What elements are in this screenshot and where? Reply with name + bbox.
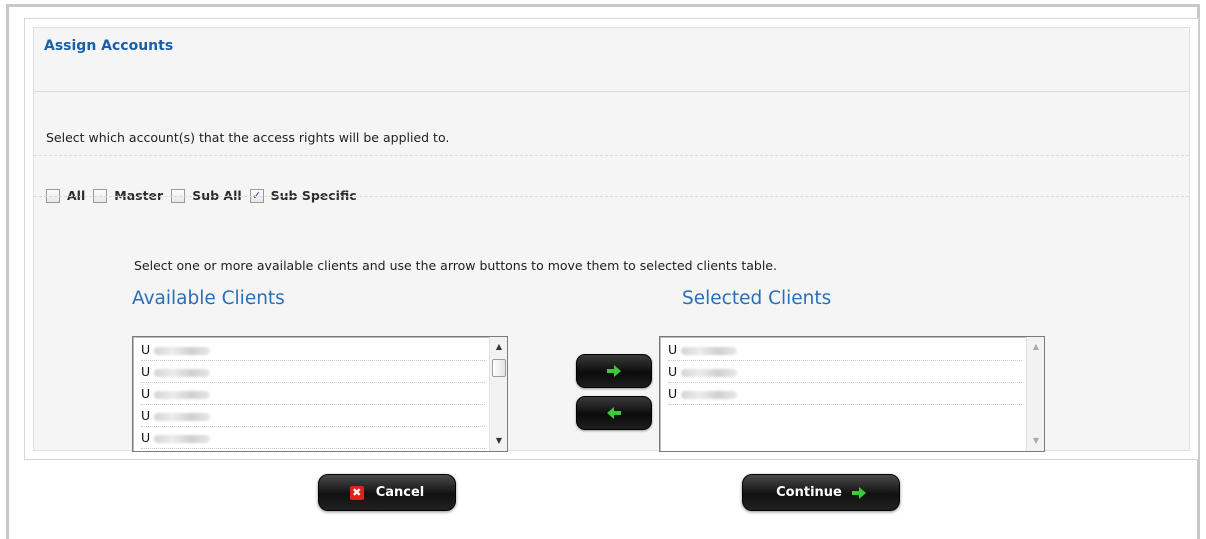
green-left-arrow-icon: [607, 407, 621, 419]
available-clients-rows: U U U U U: [133, 337, 507, 449]
move-left-button[interactable]: [576, 396, 652, 430]
client-id: U: [668, 342, 678, 357]
panel-header: Assign Accounts: [34, 28, 1189, 92]
selected-clients-scrollbar[interactable]: ▲ ▼: [1026, 337, 1044, 451]
red-x-icon: ✖: [349, 485, 364, 500]
scroll-down-arrow-icon[interactable]: ▼: [490, 433, 508, 449]
redacted-text: [154, 434, 211, 443]
client-id: U: [668, 386, 678, 401]
move-right-button[interactable]: [576, 354, 652, 388]
continue-button[interactable]: Continue: [742, 474, 900, 511]
selected-clients-title: Selected Clients: [682, 288, 832, 309]
redacted-text: [681, 390, 738, 399]
cancel-button[interactable]: ✖ Cancel: [318, 474, 456, 511]
move-hint-text: Select one or more available clients and…: [134, 258, 777, 273]
redacted-text: [154, 412, 211, 421]
list-item[interactable]: U: [141, 339, 485, 361]
available-clients-scrollbar[interactable]: ▲ ▼: [489, 337, 507, 451]
list-item[interactable]: U: [141, 361, 485, 383]
redacted-text: [681, 346, 738, 355]
scroll-up-arrow-icon[interactable]: ▲: [1027, 339, 1045, 355]
green-right-arrow-icon: [607, 365, 621, 377]
list-item[interactable]: U: [668, 361, 1022, 383]
client-id: U: [141, 430, 151, 445]
available-clients-list[interactable]: U U U U U ▲ ▼: [132, 336, 508, 452]
list-item[interactable]: U: [668, 383, 1022, 405]
client-id: U: [141, 364, 151, 379]
redacted-text: [681, 368, 738, 377]
redacted-text: [154, 390, 211, 399]
panel-body: Assign Accounts Select which account(s) …: [33, 27, 1190, 452]
available-clients-title: Available Clients: [132, 288, 285, 309]
client-id: U: [141, 386, 151, 401]
divider: [34, 196, 1189, 197]
client-id: U: [668, 364, 678, 379]
green-right-arrow-icon: [851, 486, 866, 499]
client-id: U: [141, 342, 151, 357]
scroll-up-arrow-icon[interactable]: ▲: [490, 339, 508, 355]
list-item[interactable]: U: [141, 427, 485, 449]
section-title: Assign Accounts: [44, 38, 174, 54]
list-item[interactable]: U: [141, 405, 485, 427]
redacted-text: [154, 346, 211, 355]
assign-accounts-panel: Assign Accounts Select which account(s) …: [24, 18, 1199, 460]
list-item[interactable]: U: [141, 383, 485, 405]
divider: [34, 155, 1189, 156]
selected-clients-rows: U U U: [660, 337, 1044, 405]
scroll-thumb[interactable]: [492, 359, 506, 377]
client-id: U: [141, 408, 151, 423]
scroll-down-arrow-icon[interactable]: ▼: [1027, 433, 1045, 449]
cancel-label: Cancel: [375, 485, 425, 500]
instruction-text: Select which account(s) that the access …: [46, 130, 450, 145]
continue-label: Continue: [776, 485, 842, 500]
selected-clients-list[interactable]: U U U ▲ ▼: [659, 336, 1045, 452]
redacted-text: [154, 368, 211, 377]
list-item[interactable]: U: [668, 339, 1022, 361]
